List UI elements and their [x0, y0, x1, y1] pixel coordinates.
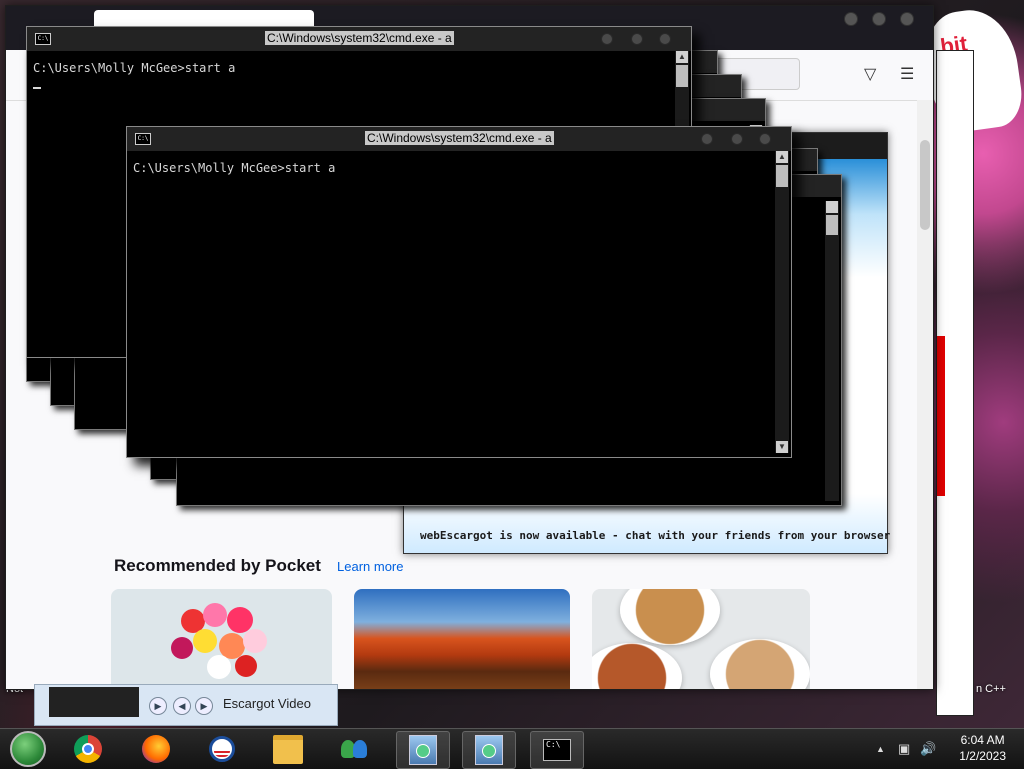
- show-hidden-icons-icon[interactable]: ▲: [876, 744, 885, 754]
- taskbar-explorer[interactable]: [262, 731, 314, 767]
- start-orb-icon: [10, 731, 46, 767]
- browser-scrollbar[interactable]: [917, 100, 933, 689]
- start-button[interactable]: [2, 731, 54, 767]
- messenger-banner[interactable]: webEscargot is now available - chat with…: [420, 529, 890, 542]
- maximize-button[interactable]: [731, 133, 743, 145]
- cmd-title-text: C:\Windows\system32\cmd.exe - a: [265, 31, 454, 45]
- taskbar-obama-logo[interactable]: [196, 731, 248, 767]
- network-icon[interactable]: ▣: [898, 741, 910, 757]
- taskbar-firefox[interactable]: [130, 731, 182, 767]
- cmd-icon: C:\: [543, 739, 571, 761]
- red-banner: [937, 336, 945, 496]
- taskbar-installer-1[interactable]: [396, 731, 450, 769]
- scroll-thumb[interactable]: [826, 215, 838, 235]
- scrollbar[interactable]: [825, 201, 839, 501]
- play-button[interactable]: ▶: [149, 697, 167, 715]
- scroll-down-arrow[interactable]: ▼: [776, 441, 788, 453]
- firefox-icon: [142, 735, 170, 763]
- taskbar-cmd[interactable]: C:\: [530, 731, 584, 769]
- cmd-titlebar[interactable]: C:\ C:\Windows\system32\cmd.exe - a: [27, 27, 691, 51]
- pocket-card-flowers[interactable]: [111, 589, 332, 689]
- installer-icon: [409, 735, 437, 765]
- cmd-icon: C:\: [35, 33, 51, 45]
- background-window[interactable]: [936, 50, 974, 716]
- flower-image: [193, 629, 217, 653]
- menu-icon[interactable]: ☰: [900, 64, 914, 84]
- flower-image: [243, 629, 267, 653]
- cmd-title-text: C:\Windows\system32\cmd.exe - a: [365, 131, 554, 145]
- pocket-card-autumn[interactable]: [354, 589, 570, 689]
- cmd-prompt: C:\Users\Molly McGee>start a: [133, 161, 336, 175]
- installer-icon: [475, 735, 503, 765]
- cmd-window-2[interactable]: C:\ C:\Windows\system32\cmd.exe - a C:\U…: [126, 126, 792, 458]
- obama-logo-icon: [209, 736, 235, 762]
- minimize-button[interactable]: [601, 33, 613, 45]
- taskbar: C:\ ▲ ▣ 🔊 6:04 AM 1/2/2023: [0, 728, 1024, 769]
- clock-time: 6:04 AM: [960, 733, 1005, 747]
- maximize-button[interactable]: [631, 33, 643, 45]
- pocket-card-sugar[interactable]: [592, 589, 810, 689]
- scroll-thumb[interactable]: [776, 165, 788, 187]
- volume-icon[interactable]: 🔊: [920, 741, 936, 757]
- close-button[interactable]: [759, 133, 771, 145]
- system-tray: ▲ ▣ 🔊 6:04 AM 1/2/2023: [864, 729, 1024, 769]
- taskbar-installer-2[interactable]: [462, 731, 516, 769]
- scroll-thumb[interactable]: [676, 65, 688, 87]
- bowl-image: [620, 589, 720, 645]
- cmd-prompt: C:\Users\Molly McGee>start a: [33, 61, 236, 75]
- clock-date: 1/2/2023: [959, 749, 1006, 763]
- maximize-button[interactable]: [872, 12, 886, 26]
- minimize-button[interactable]: [844, 12, 858, 26]
- previous-button[interactable]: ◀: [173, 697, 191, 715]
- chrome-icon: [74, 735, 102, 763]
- scroll-up-arrow[interactable]: [826, 201, 838, 213]
- flower-image: [235, 655, 257, 677]
- flower-image: [207, 655, 231, 679]
- scrollbar-thumb[interactable]: [920, 140, 930, 230]
- close-button[interactable]: [900, 12, 914, 26]
- next-button[interactable]: ▶: [195, 697, 213, 715]
- cmd-output[interactable]: C:\Users\Molly McGee>start a: [131, 151, 773, 453]
- cmd-icon: C:\: [135, 133, 151, 145]
- taskbar-chrome[interactable]: [62, 731, 114, 767]
- desktop-icon-label-right[interactable]: n C++: [976, 683, 1006, 695]
- clock[interactable]: 6:04 AM 1/2/2023: [959, 732, 1006, 764]
- folder-icon: [273, 734, 303, 764]
- pocket-icon[interactable]: ▽: [864, 64, 876, 84]
- taskbar-messenger[interactable]: [328, 731, 380, 767]
- video-title: Escargot Video: [223, 696, 311, 711]
- cmd-scrollbar[interactable]: ▲ ▼: [775, 151, 789, 453]
- bowl-image: [710, 639, 810, 689]
- flower-image: [203, 603, 227, 627]
- bowl-image: [592, 643, 682, 689]
- flower-image: [171, 637, 193, 659]
- cmd-titlebar[interactable]: C:\ C:\Windows\system32\cmd.exe - a: [127, 127, 791, 151]
- cmd-cursor: [33, 87, 41, 89]
- messenger-icon: [339, 736, 369, 762]
- minimize-button[interactable]: [701, 133, 713, 145]
- scroll-up-arrow[interactable]: ▲: [676, 51, 688, 63]
- escargot-video-player[interactable]: ▶ ◀ ▶ Escargot Video: [34, 684, 338, 726]
- scroll-up-arrow[interactable]: ▲: [776, 151, 788, 163]
- pocket-heading: Recommended by Pocket: [114, 556, 321, 575]
- close-button[interactable]: [659, 33, 671, 45]
- learn-more-link[interactable]: Learn more: [337, 559, 403, 574]
- video-thumbnail[interactable]: [49, 687, 139, 717]
